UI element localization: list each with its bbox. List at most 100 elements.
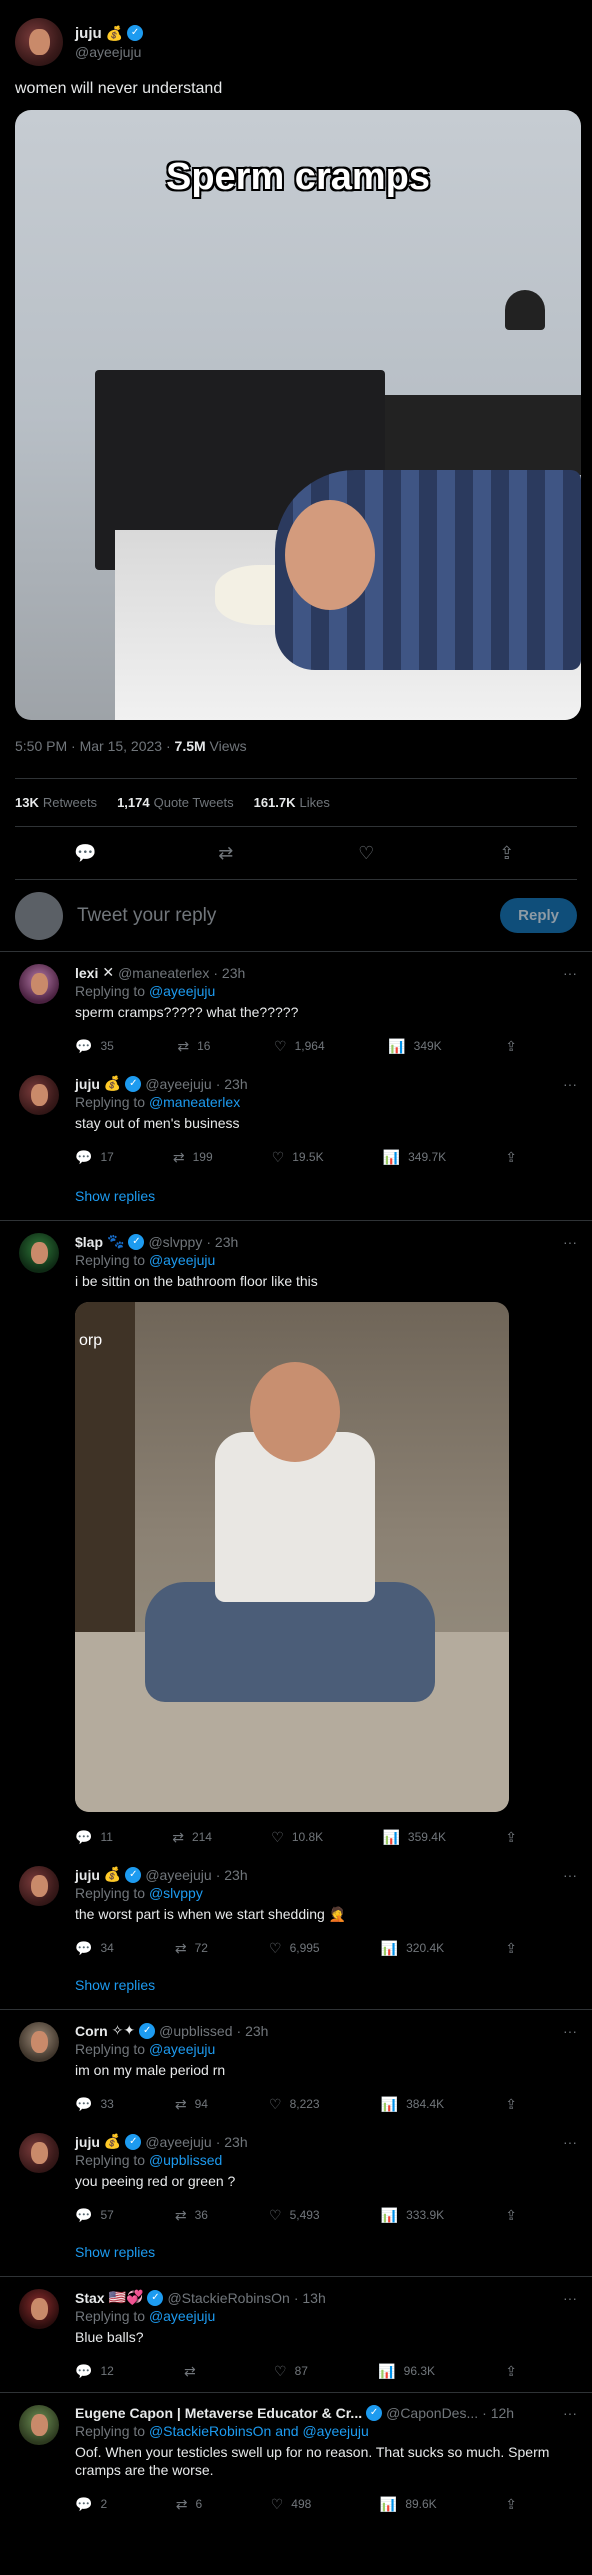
replying-to-link[interactable]: @upblissed xyxy=(149,2152,222,2168)
avatar[interactable] xyxy=(19,1075,59,1115)
replying-to-link[interactable]: @StackieRobinsOn and @ayeejuju xyxy=(149,2423,369,2439)
replying-to-link[interactable]: @slvppy xyxy=(149,1885,203,1901)
more-icon[interactable]: ··· xyxy=(563,2405,577,2421)
show-replies-link[interactable]: Show replies xyxy=(0,1959,592,2009)
like-count[interactable]: ♡ 498 xyxy=(271,2496,312,2513)
like-count[interactable]: ♡ 10.8K xyxy=(271,1829,323,1846)
show-replies-link[interactable]: Show replies xyxy=(0,2226,592,2276)
reply-author-name[interactable]: lexi xyxy=(75,965,98,981)
quotes-stat[interactable]: 1,174 Quote Tweets xyxy=(117,795,234,810)
reply-icon[interactable]: 💬 xyxy=(65,843,105,864)
reply-author-handle[interactable]: @ayeejuju xyxy=(145,1076,211,1092)
like-icon[interactable]: ♡ xyxy=(346,843,386,864)
view-count[interactable]: 📊 384.4K xyxy=(381,2096,444,2113)
view-count[interactable]: 📊 320.4K xyxy=(381,1940,444,1957)
like-count[interactable]: ♡ 6,995 xyxy=(269,1940,320,1957)
retweet-count[interactable]: ⇄ 214 xyxy=(172,1829,212,1846)
reply-author-handle[interactable]: @upblissed xyxy=(159,2023,232,2039)
reply-tweet[interactable]: juju 💰 ✓ @ayeejuju · 23h ··· Replying to… xyxy=(0,1057,592,1168)
reply-author-handle[interactable]: @maneaterlex xyxy=(118,965,209,981)
share-icon[interactable]: ⇪ xyxy=(505,2096,517,2113)
share-icon[interactable]: ⇪ xyxy=(505,2363,517,2380)
share-icon[interactable]: ⇪ xyxy=(505,1829,517,1846)
view-count[interactable]: 📊 349K xyxy=(388,1038,441,1055)
like-count[interactable]: ♡ 87 xyxy=(274,2363,308,2380)
reply-count[interactable]: 💬 35 xyxy=(75,1038,114,1055)
reply-author-handle[interactable]: @ayeejuju xyxy=(145,2134,211,2150)
reply-tweet[interactable]: juju 💰 ✓ @ayeejuju · 23h ··· Replying to… xyxy=(0,1848,592,1959)
reply-count[interactable]: 💬 12 xyxy=(75,2363,114,2380)
reply-button[interactable]: Reply xyxy=(500,898,577,933)
more-icon[interactable]: ··· xyxy=(563,2290,577,2306)
reply-tweet[interactable]: Corn ✧✦ ✓ @upblissed · 23h ··· Replying … xyxy=(0,2010,592,2115)
reply-tweet[interactable]: lexi ✕ @maneaterlex · 23h ··· Replying t… xyxy=(0,952,592,1057)
reply-author-name[interactable]: Corn xyxy=(75,2023,108,2039)
retweet-icon[interactable]: ⇄ xyxy=(206,843,246,864)
reply-author-handle[interactable]: @ayeejuju xyxy=(145,1867,211,1883)
more-icon[interactable]: ··· xyxy=(563,2134,577,2150)
share-icon[interactable]: ⇪ xyxy=(505,2496,517,2513)
like-count[interactable]: ♡ 1,964 xyxy=(274,1038,325,1055)
share-icon[interactable]: ⇪ xyxy=(505,1940,517,1957)
replying-to-link[interactable]: @ayeejuju xyxy=(149,2308,215,2324)
view-count[interactable]: 📊 359.4K xyxy=(382,1829,445,1846)
view-count[interactable]: 📊 349.7K xyxy=(383,1149,446,1166)
avatar[interactable] xyxy=(19,2405,59,2445)
avatar[interactable] xyxy=(19,1866,59,1906)
more-icon[interactable]: ··· xyxy=(563,1076,577,1092)
reply-author-handle[interactable]: @CaponDes... xyxy=(386,2405,478,2421)
reply-author-name[interactable]: Stax xyxy=(75,2290,105,2306)
reply-count[interactable]: 💬 33 xyxy=(75,2096,114,2113)
reply-count[interactable]: 💬 17 xyxy=(75,1149,114,1166)
reply-tweet[interactable]: $lap 🐾 ✓ @slvppy · 23h ··· Replying to @… xyxy=(0,1221,592,1848)
share-icon[interactable]: ⇪ xyxy=(505,2207,517,2224)
replying-to-link[interactable]: @ayeejuju xyxy=(149,983,215,999)
like-count[interactable]: ♡ 19.5K xyxy=(272,1149,324,1166)
reply-author-name[interactable]: juju xyxy=(75,1076,100,1092)
retweet-count[interactable]: ⇄ xyxy=(184,2363,204,2380)
more-icon[interactable]: ··· xyxy=(563,1234,577,1250)
view-count[interactable]: 📊 89.6K xyxy=(380,2496,437,2513)
more-icon[interactable]: ··· xyxy=(563,965,577,981)
reply-count[interactable]: 💬 57 xyxy=(75,2207,114,2224)
avatar[interactable] xyxy=(19,2133,59,2173)
reply-input[interactable]: Tweet your reply xyxy=(77,905,500,927)
view-count[interactable]: 📊 333.9K xyxy=(381,2207,444,2224)
replying-to-link[interactable]: @ayeejuju xyxy=(149,2041,215,2057)
view-count[interactable]: 📊 96.3K xyxy=(378,2363,435,2380)
reply-author-name[interactable]: Eugene Capon | Metaverse Educator & Cr..… xyxy=(75,2405,362,2421)
avatar[interactable] xyxy=(19,1233,59,1273)
reply-author-handle[interactable]: @StackieRobinsOn xyxy=(167,2290,289,2306)
retweet-count[interactable]: ⇄ 199 xyxy=(173,1149,213,1166)
avatar[interactable] xyxy=(19,2289,59,2329)
reply-tweet[interactable]: Stax 🇺🇸💞 ✓ @StackieRobinsOn · 13h ··· Re… xyxy=(0,2277,592,2382)
avatar[interactable] xyxy=(19,2022,59,2062)
avatar[interactable] xyxy=(15,18,63,66)
reply-author-name[interactable]: juju xyxy=(75,1867,100,1883)
retweets-stat[interactable]: 13K Retweets xyxy=(15,795,97,810)
reply-tweet[interactable]: juju 💰 ✓ @ayeejuju · 23h ··· Replying to… xyxy=(0,2115,592,2226)
tweet-video[interactable]: Sperm cramps xyxy=(15,110,581,720)
show-replies-link[interactable]: Show replies xyxy=(0,1168,592,1220)
reply-author-name[interactable]: juju xyxy=(75,2134,100,2150)
share-icon[interactable]: ⇪ xyxy=(505,1149,517,1166)
reply-tweet[interactable]: Eugene Capon | Metaverse Educator & Cr..… xyxy=(0,2393,592,2515)
like-count[interactable]: ♡ 5,493 xyxy=(269,2207,320,2224)
reply-count[interactable]: 💬 2 xyxy=(75,2496,107,2513)
retweet-count[interactable]: ⇄ 72 xyxy=(175,1940,208,1957)
retweet-count[interactable]: ⇄ 94 xyxy=(175,2096,208,2113)
like-count[interactable]: ♡ 8,223 xyxy=(269,2096,320,2113)
author-name[interactable]: juju xyxy=(75,25,102,42)
replying-to-link[interactable]: @ayeejuju xyxy=(149,1252,215,1268)
reply-count[interactable]: 💬 11 xyxy=(75,1829,113,1846)
reply-author-handle[interactable]: @slvppy xyxy=(148,1234,202,1250)
reply-author-name[interactable]: $lap xyxy=(75,1234,103,1250)
share-icon[interactable]: ⇪ xyxy=(487,843,527,864)
avatar[interactable] xyxy=(19,964,59,1004)
retweet-count[interactable]: ⇄ 6 xyxy=(176,2496,202,2513)
reply-count[interactable]: 💬 34 xyxy=(75,1940,114,1957)
likes-stat[interactable]: 161.7K Likes xyxy=(254,795,330,810)
reply-video[interactable]: orp xyxy=(75,1302,509,1812)
more-icon[interactable]: ··· xyxy=(563,2023,577,2039)
retweet-count[interactable]: ⇄ 36 xyxy=(175,2207,208,2224)
